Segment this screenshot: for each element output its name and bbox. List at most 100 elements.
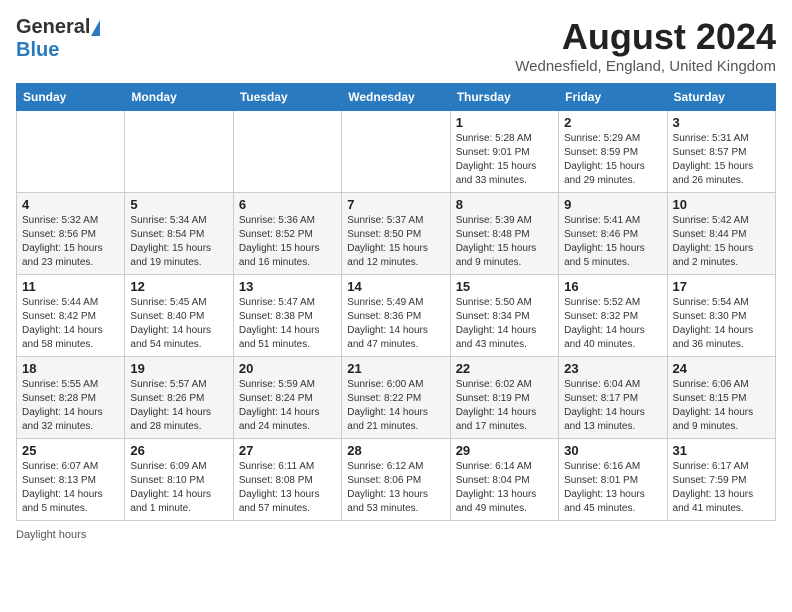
calendar-cell: 4 Sunrise: 5:32 AM Sunset: 8:56 PM Daylig… xyxy=(17,193,125,275)
day-number: 30 xyxy=(564,443,661,458)
calendar-cell: 23 Sunrise: 6:04 AM Sunset: 8:17 PM Dayli… xyxy=(559,357,667,439)
day-info: Sunrise: 5:34 AM Sunset: 8:54 PM Dayligh… xyxy=(130,214,227,270)
calendar-body: 1Sunrise: 5:28 AM Sunset: 9:01 PM Daylig… xyxy=(17,111,776,521)
day-number: 26 xyxy=(130,443,227,458)
day-info: Sunrise: 5:29 AM Sunset: 8:59 PM Dayligh… xyxy=(564,132,661,188)
day-number: 19 xyxy=(130,361,227,376)
day-of-week-header: Tuesday xyxy=(233,84,341,111)
calendar-cell xyxy=(233,111,341,193)
calendar-cell: 27Sunrise: 6:11 AM Sunset: 8:08 PM Dayli… xyxy=(233,439,341,521)
calendar-cell: 26Sunrise: 6:09 AM Sunset: 8:10 PM Dayli… xyxy=(125,439,233,521)
day-number: 8 xyxy=(456,197,553,212)
day-info: Sunrise: 6:06 AM Sunset: 8:15 PM Dayligh… xyxy=(673,378,770,434)
day-number: 5 xyxy=(130,197,227,212)
day-info: Sunrise: 5:59 AM Sunset: 8:24 PM Dayligh… xyxy=(239,378,336,434)
day-number: 11 xyxy=(22,279,119,294)
calendar-week-row: 11 Sunrise: 5:44 AM Sunset: 8:42 PM Dayli… xyxy=(17,275,776,357)
calendar-week-row: 25 Sunrise: 6:07 AM Sunset: 8:13 PM Dayli… xyxy=(17,439,776,521)
day-number: 18 xyxy=(22,361,119,376)
calendar-cell: 29Sunrise: 6:14 AM Sunset: 8:04 PM Dayli… xyxy=(450,439,558,521)
day-info: Sunrise: 6:11 AM Sunset: 8:08 PM Dayligh… xyxy=(239,460,336,516)
logo-general-text: General xyxy=(16,16,90,39)
calendar-cell: 21Sunrise: 6:00 AM Sunset: 8:22 PM Dayli… xyxy=(342,357,450,439)
day-info: Sunrise: 6:02 AM Sunset: 8:19 PM Dayligh… xyxy=(456,378,553,434)
calendar-table: SundayMondayTuesdayWednesdayThursdayFrid… xyxy=(16,83,776,521)
calendar-cell: 8 Sunrise: 5:39 AM Sunset: 8:48 PM Daylig… xyxy=(450,193,558,275)
day-number: 21 xyxy=(347,361,444,376)
day-info: Sunrise: 6:07 AM Sunset: 8:13 PM Dayligh… xyxy=(22,460,119,516)
calendar-cell: 17 Sunrise: 5:54 AM Sunset: 8:30 PM Dayli… xyxy=(667,275,775,357)
day-info: Sunrise: 5:50 AM Sunset: 8:34 PM Dayligh… xyxy=(456,296,553,352)
calendar-cell: 13 Sunrise: 5:47 AM Sunset: 8:38 PM Dayli… xyxy=(233,275,341,357)
day-info: Sunrise: 5:45 AM Sunset: 8:40 PM Dayligh… xyxy=(130,296,227,352)
day-of-week-header: Thursday xyxy=(450,84,558,111)
day-number: 13 xyxy=(239,279,336,294)
day-number: 17 xyxy=(673,279,770,294)
day-info: Sunrise: 5:39 AM Sunset: 8:48 PM Dayligh… xyxy=(456,214,553,270)
day-info: Sunrise: 5:52 AM Sunset: 8:32 PM Dayligh… xyxy=(564,296,661,352)
day-number: 22 xyxy=(456,361,553,376)
day-info: Sunrise: 5:47 AM Sunset: 8:38 PM Dayligh… xyxy=(239,296,336,352)
day-number: 23 xyxy=(564,361,661,376)
day-number: 24 xyxy=(673,361,770,376)
calendar-cell: 9Sunrise: 5:41 AM Sunset: 8:46 PM Daylig… xyxy=(559,193,667,275)
day-number: 6 xyxy=(239,197,336,212)
calendar-cell: 7Sunrise: 5:37 AM Sunset: 8:50 PM Daylig… xyxy=(342,193,450,275)
day-of-week-header: Wednesday xyxy=(342,84,450,111)
calendar-cell: 25 Sunrise: 6:07 AM Sunset: 8:13 PM Dayli… xyxy=(17,439,125,521)
day-number: 25 xyxy=(22,443,119,458)
day-of-week-header: Saturday xyxy=(667,84,775,111)
calendar-cell: 10 Sunrise: 5:42 AM Sunset: 8:44 PM Dayli… xyxy=(667,193,775,275)
day-info: Sunrise: 5:54 AM Sunset: 8:30 PM Dayligh… xyxy=(673,296,770,352)
footer-note: Daylight hours xyxy=(16,529,776,541)
calendar-cell: 24 Sunrise: 6:06 AM Sunset: 8:15 PM Dayli… xyxy=(667,357,775,439)
day-info: Sunrise: 5:55 AM Sunset: 8:28 PM Dayligh… xyxy=(22,378,119,434)
page-header: General Blue August 2024 Wednesfield, En… xyxy=(16,16,776,75)
day-info: Sunrise: 6:17 AM Sunset: 7:59 PM Dayligh… xyxy=(673,460,770,516)
days-of-week-row: SundayMondayTuesdayWednesdayThursdayFrid… xyxy=(17,84,776,111)
calendar-cell xyxy=(342,111,450,193)
calendar-week-row: 1Sunrise: 5:28 AM Sunset: 9:01 PM Daylig… xyxy=(17,111,776,193)
day-number: 4 xyxy=(22,197,119,212)
day-number: 28 xyxy=(347,443,444,458)
day-number: 20 xyxy=(239,361,336,376)
day-info: Sunrise: 5:44 AM Sunset: 8:42 PM Dayligh… xyxy=(22,296,119,352)
day-info: Sunrise: 5:28 AM Sunset: 9:01 PM Dayligh… xyxy=(456,132,553,188)
calendar-cell: 15 Sunrise: 5:50 AM Sunset: 8:34 PM Dayli… xyxy=(450,275,558,357)
calendar-cell: 20 Sunrise: 5:59 AM Sunset: 8:24 PM Dayli… xyxy=(233,357,341,439)
day-info: Sunrise: 5:49 AM Sunset: 8:36 PM Dayligh… xyxy=(347,296,444,352)
day-info: Sunrise: 5:42 AM Sunset: 8:44 PM Dayligh… xyxy=(673,214,770,270)
calendar-cell: 3Sunrise: 5:31 AM Sunset: 8:57 PM Daylig… xyxy=(667,111,775,193)
day-number: 2 xyxy=(564,115,661,130)
day-info: Sunrise: 5:57 AM Sunset: 8:26 PM Dayligh… xyxy=(130,378,227,434)
calendar-cell: 6 Sunrise: 5:36 AM Sunset: 8:52 PM Daylig… xyxy=(233,193,341,275)
day-number: 16 xyxy=(564,279,661,294)
calendar-cell: 5 Sunrise: 5:34 AM Sunset: 8:54 PM Daylig… xyxy=(125,193,233,275)
calendar-cell: 18 Sunrise: 5:55 AM Sunset: 8:28 PM Dayli… xyxy=(17,357,125,439)
calendar-cell: 11 Sunrise: 5:44 AM Sunset: 8:42 PM Dayli… xyxy=(17,275,125,357)
calendar-cell: 16 Sunrise: 5:52 AM Sunset: 8:32 PM Dayli… xyxy=(559,275,667,357)
logo-triangle-icon xyxy=(91,20,100,36)
calendar-week-row: 4 Sunrise: 5:32 AM Sunset: 8:56 PM Daylig… xyxy=(17,193,776,275)
day-number: 9 xyxy=(564,197,661,212)
calendar-cell: 28 Sunrise: 6:12 AM Sunset: 8:06 PM Dayli… xyxy=(342,439,450,521)
day-number: 31 xyxy=(673,443,770,458)
calendar-cell xyxy=(17,111,125,193)
day-number: 12 xyxy=(130,279,227,294)
day-info: Sunrise: 5:36 AM Sunset: 8:52 PM Dayligh… xyxy=(239,214,336,270)
day-info: Sunrise: 6:12 AM Sunset: 8:06 PM Dayligh… xyxy=(347,460,444,516)
day-number: 10 xyxy=(673,197,770,212)
location-title: Wednesfield, England, United Kingdom xyxy=(515,58,776,75)
day-of-week-header: Sunday xyxy=(17,84,125,111)
day-info: Sunrise: 6:16 AM Sunset: 8:01 PM Dayligh… xyxy=(564,460,661,516)
day-info: Sunrise: 6:14 AM Sunset: 8:04 PM Dayligh… xyxy=(456,460,553,516)
title-area: August 2024 Wednesfield, England, United… xyxy=(515,16,776,75)
day-info: Sunrise: 6:04 AM Sunset: 8:17 PM Dayligh… xyxy=(564,378,661,434)
day-of-week-header: Friday xyxy=(559,84,667,111)
calendar-cell: 1Sunrise: 5:28 AM Sunset: 9:01 PM Daylig… xyxy=(450,111,558,193)
calendar-cell: 31 Sunrise: 6:17 AM Sunset: 7:59 PM Dayli… xyxy=(667,439,775,521)
day-number: 15 xyxy=(456,279,553,294)
day-info: Sunrise: 5:32 AM Sunset: 8:56 PM Dayligh… xyxy=(22,214,119,270)
calendar-cell: 19 Sunrise: 5:57 AM Sunset: 8:26 PM Dayli… xyxy=(125,357,233,439)
day-of-week-header: Monday xyxy=(125,84,233,111)
